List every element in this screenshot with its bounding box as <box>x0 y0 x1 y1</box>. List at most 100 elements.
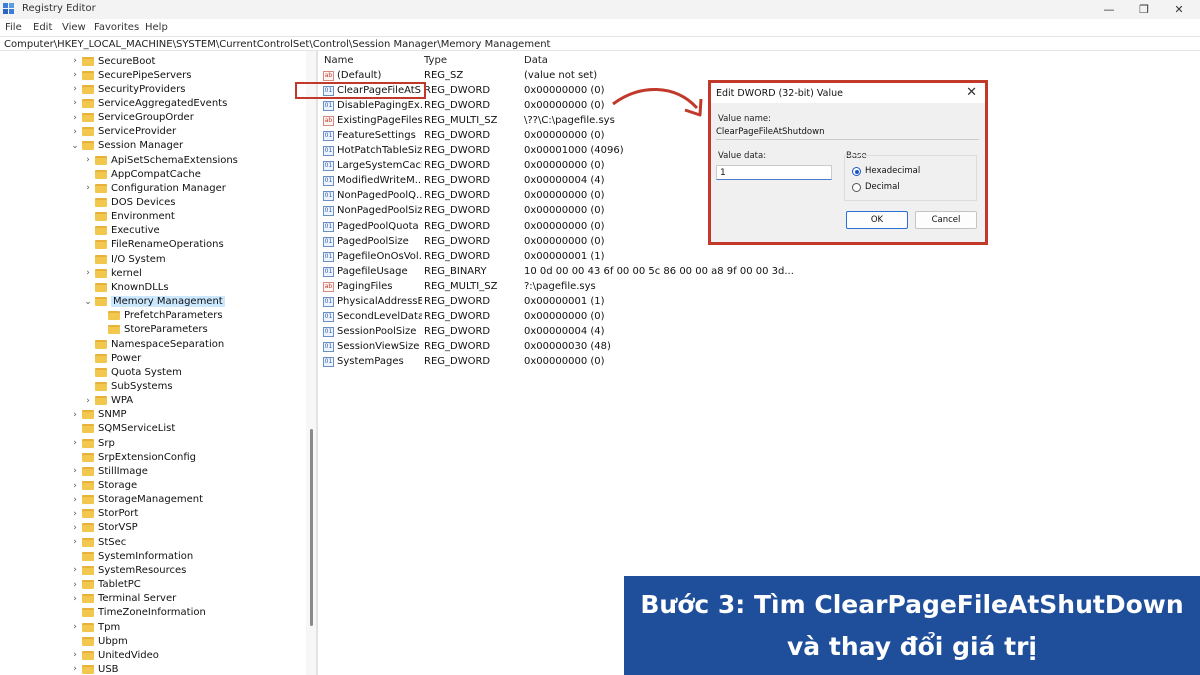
chevron-right-icon[interactable]: › <box>83 183 93 193</box>
tree-item[interactable]: › StorageManagement <box>70 493 203 507</box>
tree-item[interactable]: › Terminal Server <box>70 592 176 606</box>
tree-item[interactable]: ⌄ Session Manager <box>70 139 183 153</box>
tree-item[interactable]: › TabletPC <box>70 578 141 592</box>
dialog-close-icon[interactable]: ✕ <box>966 85 977 100</box>
tree-item[interactable]: › SecurityProviders <box>70 82 185 96</box>
chevron-right-icon[interactable]: › <box>70 56 80 66</box>
tree-item[interactable]: Environment <box>83 210 175 224</box>
tree-item[interactable]: › UnitedVideo <box>70 648 159 662</box>
tree-item[interactable]: › StillImage <box>70 464 148 478</box>
tree-item[interactable]: › ServiceGroupOrder <box>70 111 194 125</box>
tree-item[interactable]: NamespaceSeparation <box>83 337 224 351</box>
chevron-right-icon[interactable]: › <box>70 622 80 632</box>
tree-item[interactable]: › ApiSetSchemaExtensions <box>83 153 238 167</box>
value-row[interactable]: 01 SystemPages REG_DWORD 0x00000000 (0) <box>318 355 778 370</box>
tree-item[interactable]: › Tpm <box>70 620 120 634</box>
tree-item[interactable]: › ServiceAggregatedEvents <box>70 96 227 110</box>
tree-item[interactable]: KnownDLLs <box>83 280 169 294</box>
tree-item[interactable]: I/O System <box>83 252 166 266</box>
chevron-right-icon[interactable]: › <box>70 509 80 519</box>
chevron-right-icon[interactable]: › <box>70 438 80 448</box>
tree-item[interactable]: PrefetchParameters <box>96 309 223 323</box>
chevron-right-icon[interactable]: › <box>70 70 80 80</box>
tree-item[interactable]: › SecurePipeServers <box>70 68 191 82</box>
chevron-right-icon[interactable]: › <box>70 580 80 590</box>
tree-item[interactable]: SystemInformation <box>70 549 193 563</box>
tree-item[interactable]: › StSec <box>70 535 126 549</box>
chevron-right-icon[interactable]: › <box>70 98 80 108</box>
value-row[interactable]: 01 PagefileUsage REG_BINARY 10 0d 00 00 43 … <box>318 265 794 280</box>
menu-help[interactable]: Help <box>145 22 168 33</box>
tree-item[interactable]: › Configuration Manager <box>83 181 226 195</box>
tree-item[interactable]: › Storage <box>70 479 137 493</box>
chevron-right-icon[interactable]: › <box>70 537 80 547</box>
chevron-right-icon[interactable]: › <box>83 155 93 165</box>
tree-item[interactable]: › SNMP <box>70 408 126 422</box>
chevron-right-icon[interactable]: › <box>70 466 80 476</box>
chevron-right-icon[interactable]: › <box>70 84 80 94</box>
column-header-name[interactable]: Name <box>324 55 354 66</box>
chevron-right-icon[interactable]: › <box>70 650 80 660</box>
tree-item[interactable]: TimeZoneInformation <box>70 606 206 620</box>
tree-item[interactable]: Power <box>83 351 141 365</box>
value-row[interactable]: 01 SessionPoolSize REG_DWORD 0x00000004 (4) <box>318 325 778 340</box>
tree-item[interactable]: SubSystems <box>83 379 173 393</box>
tree-item[interactable]: Quota System <box>83 365 182 379</box>
chevron-right-icon[interactable]: › <box>70 495 80 505</box>
tree-item[interactable]: › WPA <box>83 394 133 408</box>
tree-item[interactable]: › ServiceProvider <box>70 125 176 139</box>
tree-item[interactable]: › Srp <box>70 436 115 450</box>
tree-item[interactable]: › StorPort <box>70 507 138 521</box>
column-header-type[interactable]: Type <box>424 55 447 66</box>
chevron-right-icon[interactable]: › <box>83 396 93 406</box>
chevron-down-icon[interactable]: ⌄ <box>70 141 80 151</box>
maximize-button[interactable]: ❐ <box>1127 0 1161 19</box>
menu-favorites[interactable]: Favorites <box>94 22 139 33</box>
tree-item[interactable]: Executive <box>83 224 160 238</box>
chevron-right-icon[interactable]: › <box>70 594 80 604</box>
value-row[interactable]: 01 SessionViewSize REG_DWORD 0x00000030 (48… <box>318 340 778 355</box>
chevron-right-icon[interactable]: › <box>70 113 80 123</box>
chevron-right-icon[interactable]: › <box>83 268 93 278</box>
chevron-right-icon[interactable]: › <box>70 565 80 575</box>
hexadecimal-radio[interactable] <box>852 167 861 176</box>
decimal-radio[interactable] <box>852 183 861 192</box>
menu-file[interactable]: File <box>5 22 22 33</box>
tree-item[interactable]: SrpExtensionConfig <box>70 450 196 464</box>
address-bar[interactable]: Computer\HKEY_LOCAL_MACHINE\SYSTEM\Curre… <box>0 36 1200 51</box>
tree-item[interactable]: DOS Devices <box>83 196 176 210</box>
value-row[interactable]: ab PagingFiles REG_MULTI_SZ ?:\pagefile.sys <box>318 280 778 295</box>
ok-button[interactable]: OK <box>846 211 908 229</box>
minimize-button[interactable]: — <box>1092 0 1126 19</box>
value-row[interactable]: 01PhysicalAddressE...REG_DWORD 0x00000001… <box>318 295 778 310</box>
value-data-input[interactable]: 1 <box>716 165 832 180</box>
tree-item[interactable]: StoreParameters <box>96 323 208 337</box>
chevron-right-icon[interactable]: › <box>70 127 80 137</box>
tree-scrollbar[interactable] <box>306 51 316 675</box>
tree-item-label: USB <box>98 663 119 675</box>
value-row[interactable]: 01SecondLevelData...REG_DWORD 0x00000000 … <box>318 310 778 325</box>
tree-item[interactable]: › SecureBoot <box>70 54 155 68</box>
tree-item[interactable]: AppCompatCache <box>83 167 201 181</box>
column-header-data[interactable]: Data <box>524 55 548 66</box>
tree-item[interactable]: Ubpm <box>70 634 128 648</box>
tree-scroll-thumb[interactable] <box>310 429 313 626</box>
chevron-right-icon[interactable]: › <box>70 523 80 533</box>
tree-item[interactable]: › kernel <box>83 266 142 280</box>
tree-item[interactable]: SQMServiceList <box>70 422 175 436</box>
cancel-button[interactable]: Cancel <box>915 211 977 229</box>
chevron-right-icon[interactable]: › <box>70 481 80 491</box>
close-button[interactable]: ✕ <box>1162 0 1196 19</box>
value-row[interactable]: 01 PagefileOnOsVol... REG_DWORD 0x00000001 … <box>318 250 778 265</box>
chevron-right-icon[interactable]: › <box>70 410 80 420</box>
chevron-right-icon[interactable]: › <box>70 664 80 674</box>
value-type: REG_DWORD <box>424 310 491 322</box>
menu-view[interactable]: View <box>62 22 86 33</box>
tree-item[interactable]: ⌄ Memory Management <box>83 295 225 309</box>
menu-edit[interactable]: Edit <box>33 22 52 33</box>
tree-item[interactable]: › SystemResources <box>70 563 186 577</box>
tree-item[interactable]: › StorVSP <box>70 521 138 535</box>
tree-item[interactable]: FileRenameOperations <box>83 238 224 252</box>
tree-item[interactable]: › USB <box>70 662 119 675</box>
chevron-down-icon[interactable]: ⌄ <box>83 297 93 307</box>
